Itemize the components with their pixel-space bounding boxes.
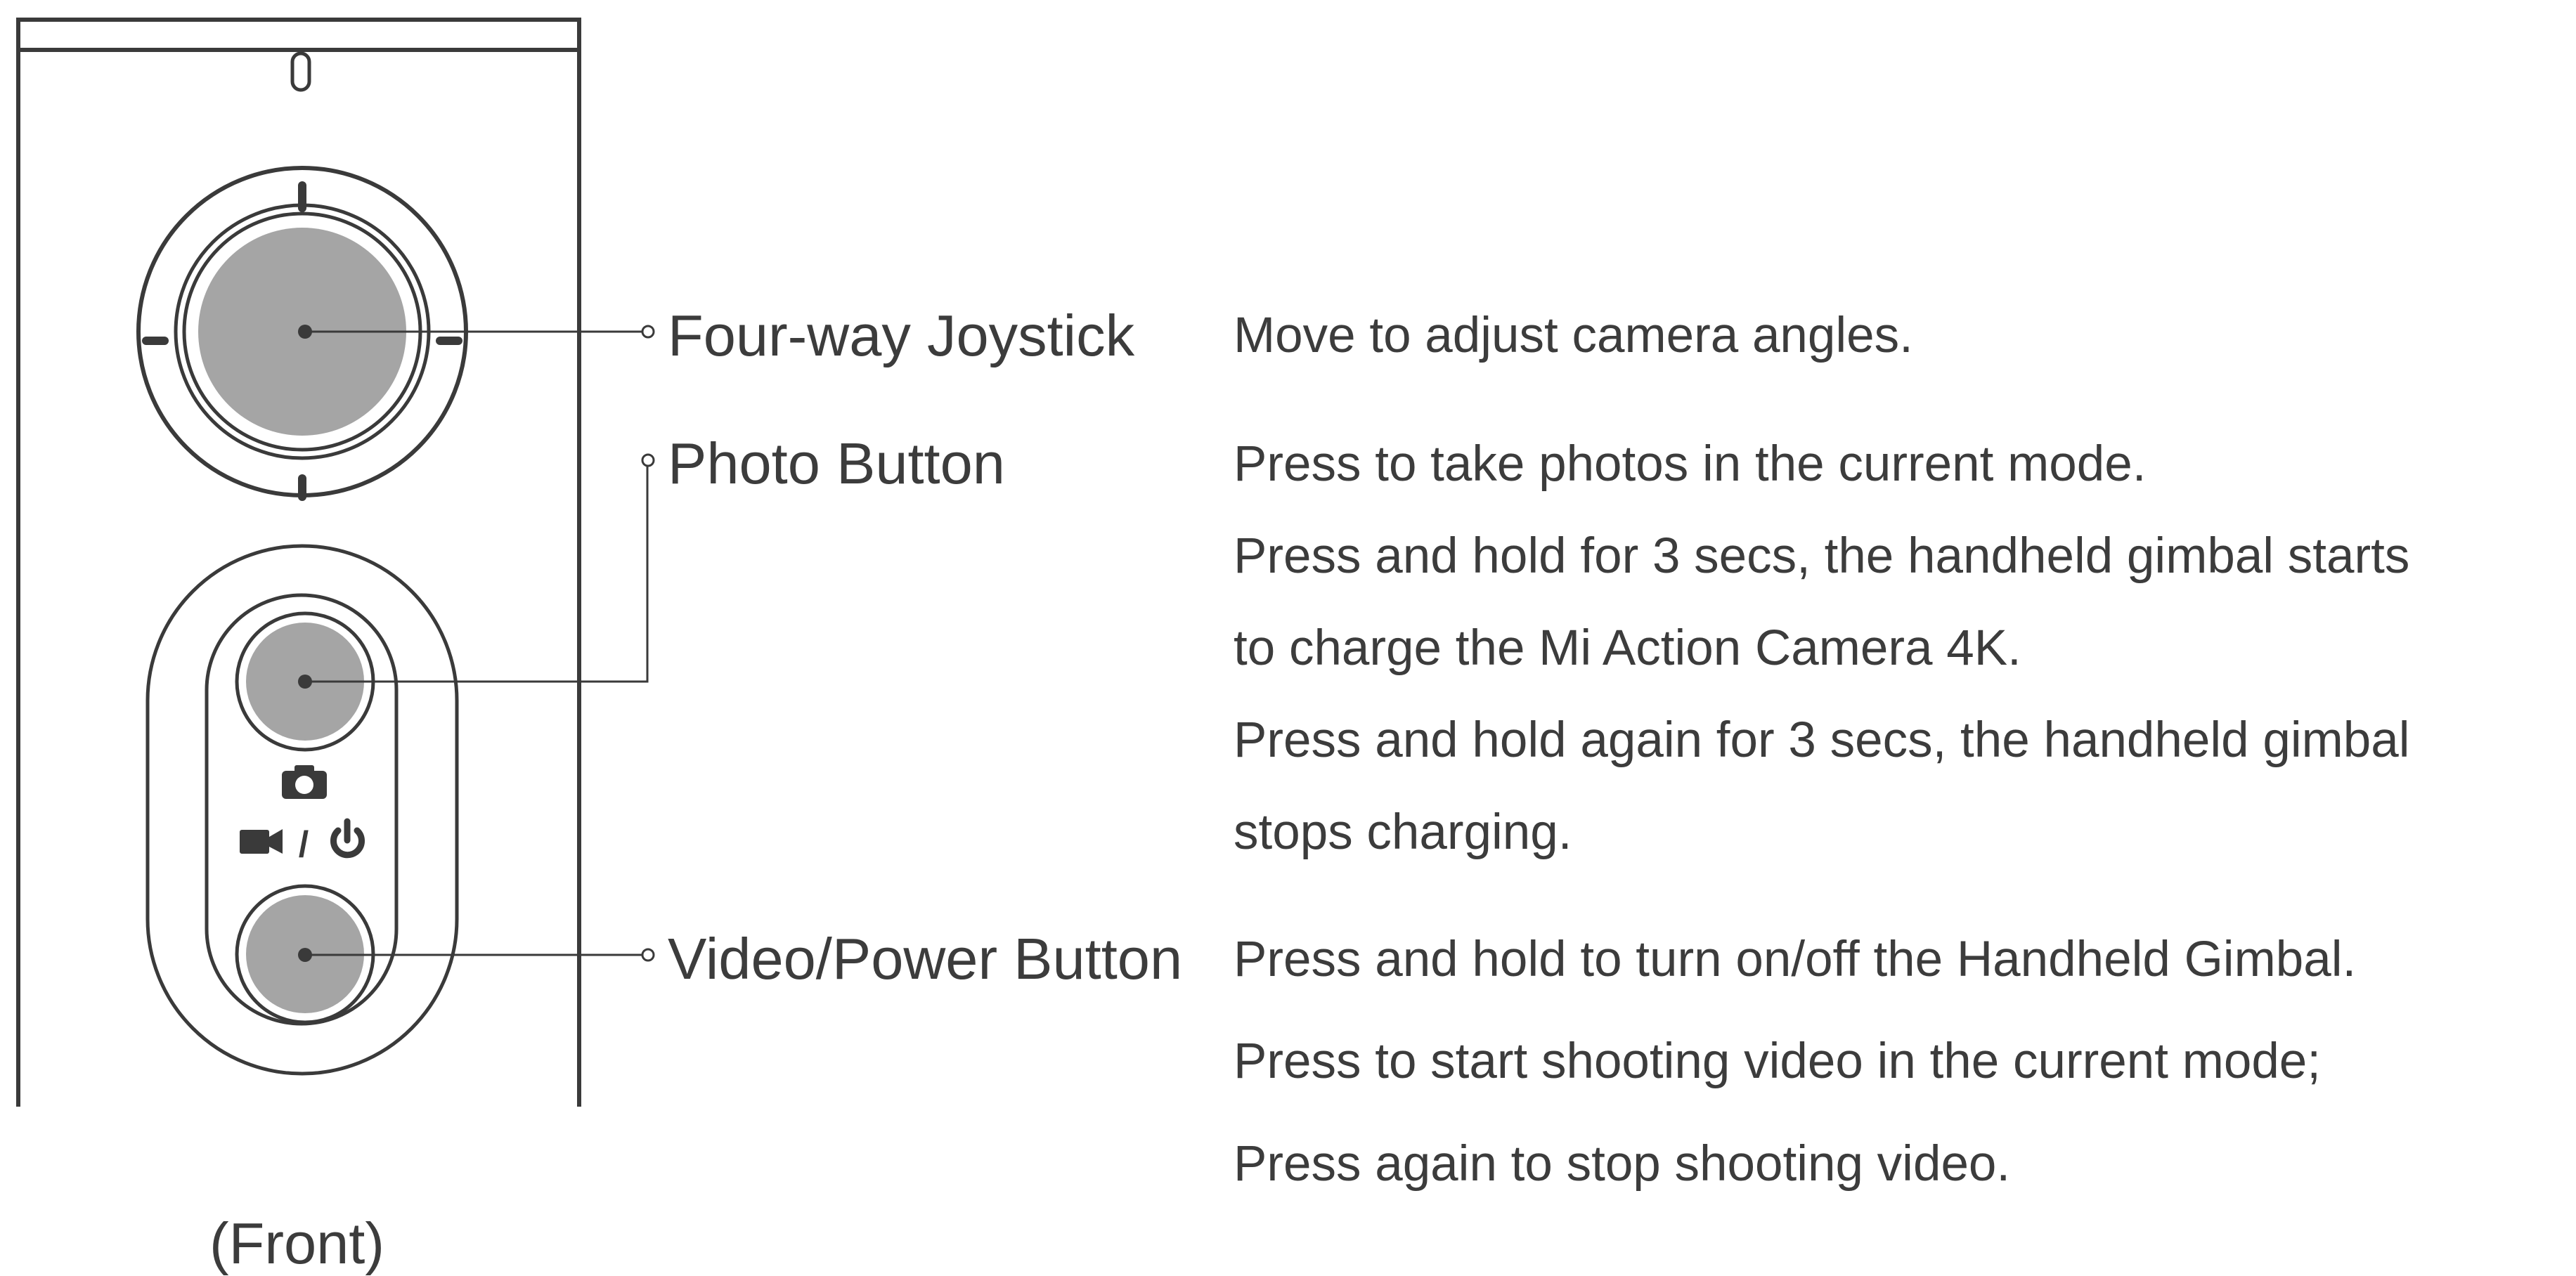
leader-dot-photo (298, 675, 312, 689)
video-description-line: Press and hold to turn on/off the Handhe… (1234, 932, 2357, 987)
leader-end-joystick (641, 325, 655, 339)
camera-top (295, 765, 314, 774)
photo-description-line: stops charging. (1234, 805, 1572, 860)
power-icon (330, 818, 365, 859)
joystick-description-line: Move to adjust camera angles. (1234, 308, 1913, 363)
leader-lines (305, 330, 649, 956)
leader-line-photo (305, 465, 649, 683)
handle-slot (290, 51, 311, 92)
photo-description-line: Press and hold again for 3 secs, the han… (1234, 712, 2410, 768)
photo-description-line: Press and hold for 3 secs, the handheld … (1234, 528, 2410, 584)
camera-lens (295, 776, 313, 794)
leader-end-video (641, 948, 655, 962)
icon-separator: / (299, 824, 309, 865)
photo-description-line: to charge the Mi Action Camera 4K. (1234, 620, 2021, 676)
camera-icon (282, 765, 327, 799)
video-camera-icon (240, 829, 283, 854)
label-photo-button: Photo Button (668, 431, 1005, 496)
video-description-line: Press to start shooting video in the cur… (1234, 1034, 2322, 1089)
leader-dot-joystick (298, 325, 312, 339)
caption-front: (Front) (209, 1211, 384, 1276)
photo-description-line: Press to take photos in the current mode… (1234, 436, 2147, 492)
video-lens (269, 829, 283, 854)
leader-end-photo (641, 453, 655, 467)
video-description-line: Press again to stop shooting video. (1234, 1136, 2011, 1192)
leader-dot-video (298, 948, 312, 962)
label-four-way-joystick: Four-way Joystick (668, 303, 1135, 368)
video-body (240, 830, 269, 854)
label-video-power-button: Video/Power Button (668, 926, 1183, 991)
